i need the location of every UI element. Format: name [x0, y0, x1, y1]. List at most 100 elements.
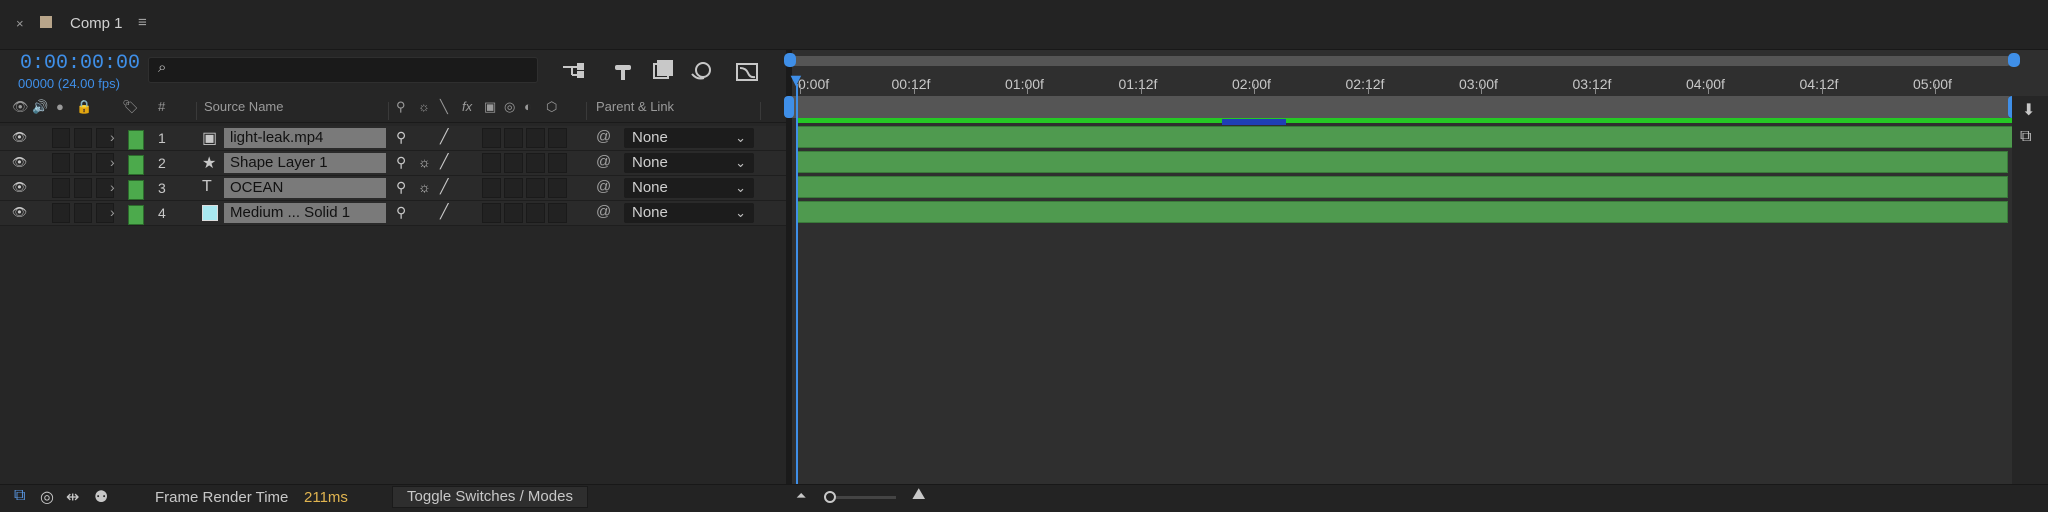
audio-switch[interactable]: [52, 203, 70, 223]
audio-switch[interactable]: [52, 153, 70, 173]
layer-number: 1: [158, 130, 166, 146]
ruler-tick-mark: [1140, 84, 1142, 94]
frame-blend-switch[interactable]: [482, 203, 501, 223]
solo-switch[interactable]: [74, 203, 92, 223]
collapse-switch-icon[interactable]: ☼: [418, 179, 431, 199]
work-area-bar[interactable]: [788, 96, 2012, 118]
composition-flowchart-icon[interactable]: [556, 56, 590, 86]
solo-switch[interactable]: [74, 128, 92, 148]
label-color-swatch[interactable]: [128, 155, 144, 175]
collapse-switch-icon[interactable]: ☼: [418, 154, 431, 174]
close-tab-icon[interactable]: ×: [16, 16, 24, 31]
layer-row[interactable]: 👁 › 3 T OCEAN ⚲ ☼ ╱ @ None ⌄: [0, 176, 786, 201]
shy-switch-icon[interactable]: ⚲: [396, 154, 406, 174]
layer-row[interactable]: 👁 › 1 ▣ light-leak.mp4 ⚲ ╱ @ None ⌄: [0, 126, 786, 151]
playhead-line[interactable]: [796, 84, 798, 484]
parent-dropdown[interactable]: None ⌄: [624, 178, 754, 198]
parent-dropdown[interactable]: None ⌄: [624, 153, 754, 173]
layer-duration-bar[interactable]: [796, 201, 2008, 223]
parent-dropdown[interactable]: None ⌄: [624, 203, 754, 223]
panel-menu-icon[interactable]: ≡: [138, 14, 147, 31]
layer-row[interactable]: 👁 › 4 Medium ... Solid 1 ⚲ ╱ @ None ⌄: [0, 201, 786, 226]
expand-chevron-icon[interactable]: ›: [110, 204, 115, 224]
layer-name[interactable]: light-leak.mp4: [224, 128, 386, 148]
adjustment-switch[interactable]: [526, 178, 545, 198]
audio-switch[interactable]: [52, 128, 70, 148]
tab-comp-title[interactable]: Comp 1: [70, 15, 123, 32]
motion-blur-switch[interactable]: [504, 178, 523, 198]
shy-switch-icon[interactable]: ⚲: [396, 179, 406, 199]
comp-button-icon[interactable]: ⧉: [2020, 128, 2031, 146]
layer-row[interactable]: 👁 › 2 ★ Shape Layer 1 ⚲ ☼ ╱ @ None ⌄: [0, 151, 786, 176]
zoom-in-icon[interactable]: ⛰: [912, 486, 925, 504]
layer-duration-bar[interactable]: [796, 176, 2008, 198]
video-visibility-eye-icon[interactable]: 👁: [12, 130, 27, 150]
quality-switch-icon[interactable]: ╱: [440, 178, 448, 198]
frame-blending-icon[interactable]: [646, 56, 680, 86]
label-color-swatch[interactable]: [128, 130, 144, 150]
quality-switch-icon[interactable]: ╱: [440, 153, 448, 173]
time-navigator[interactable]: [788, 56, 2012, 66]
navigator-start-handle[interactable]: [784, 53, 796, 67]
pick-whip-icon[interactable]: @: [596, 203, 611, 223]
adjustment-switch[interactable]: [526, 153, 545, 173]
label-color-swatch[interactable]: [128, 205, 144, 225]
in-out-toggle-icon[interactable]: ⇹: [66, 487, 79, 507]
comp-marker-bin-icon[interactable]: ⬇: [2022, 100, 2035, 120]
expand-chevron-icon[interactable]: ›: [110, 154, 115, 174]
navigator-end-handle[interactable]: [2008, 53, 2020, 67]
video-visibility-eye-icon[interactable]: 👁: [12, 205, 27, 225]
pick-whip-icon[interactable]: @: [596, 128, 611, 148]
label-color-swatch[interactable]: [128, 180, 144, 200]
panel-tab-bar: [0, 0, 2048, 50]
ruler-tick-mark: [1027, 84, 1028, 94]
adjustment-switch[interactable]: [526, 128, 545, 148]
pick-whip-icon[interactable]: @: [596, 153, 611, 173]
parent-dropdown[interactable]: None ⌄: [624, 128, 754, 148]
zoom-slider-knob[interactable]: [824, 491, 836, 503]
motion-blur-switch[interactable]: [504, 153, 523, 173]
frame-blend-switch[interactable]: [482, 128, 501, 148]
frame-blend-switch[interactable]: [482, 153, 501, 173]
transfer-controls-toggle-icon[interactable]: ◎: [40, 487, 54, 507]
layer-name[interactable]: Shape Layer 1: [224, 153, 386, 173]
layer-duration-bar[interactable]: [796, 151, 2008, 173]
frame-blend-switch[interactable]: [482, 178, 501, 198]
search-input[interactable]: [148, 57, 538, 83]
solo-switch[interactable]: [74, 153, 92, 173]
quality-switch-icon[interactable]: ╱: [440, 128, 448, 148]
3d-layer-switch[interactable]: [548, 153, 567, 173]
3d-layer-switch[interactable]: [548, 178, 567, 198]
expand-chevron-icon[interactable]: ›: [110, 129, 115, 149]
motion-blur-switch[interactable]: [504, 128, 523, 148]
layer-switches-toggle-icon[interactable]: ⧉: [14, 487, 25, 505]
shy-switch-icon[interactable]: ⚲: [396, 204, 406, 224]
solo-switch[interactable]: [74, 178, 92, 198]
zoom-slider[interactable]: [826, 496, 896, 499]
motion-blur-icon[interactable]: [684, 56, 718, 86]
audio-switch[interactable]: [52, 178, 70, 198]
current-time-display[interactable]: 0:00:00:00: [20, 52, 140, 75]
disk-cache-indicator: [1222, 119, 1286, 125]
layer-duration-bar[interactable]: [796, 126, 2018, 148]
quality-switch-icon[interactable]: ╱: [440, 203, 448, 223]
render-time-toggle-icon[interactable]: ⚉: [94, 487, 108, 507]
zoom-out-icon[interactable]: ⏶: [796, 488, 806, 504]
3d-layer-switch[interactable]: [548, 203, 567, 223]
header-divider: [0, 122, 786, 123]
shy-layers-icon[interactable]: [606, 56, 640, 86]
expand-chevron-icon[interactable]: ›: [110, 179, 115, 199]
adjustment-switch[interactable]: [526, 203, 545, 223]
toggle-switches-modes-button[interactable]: Toggle Switches / Modes: [392, 486, 588, 508]
3d-layer-switch[interactable]: [548, 128, 567, 148]
motion-blur-switch[interactable]: [504, 203, 523, 223]
video-visibility-eye-icon[interactable]: 👁: [12, 180, 27, 200]
work-area-start-handle[interactable]: [784, 96, 794, 118]
graph-editor-icon[interactable]: [730, 56, 764, 86]
playhead-handle[interactable]: ▼: [787, 70, 807, 90]
shy-switch-icon[interactable]: ⚲: [396, 129, 406, 149]
layer-name[interactable]: OCEAN: [224, 178, 386, 198]
layer-name[interactable]: Medium ... Solid 1: [224, 203, 386, 223]
video-visibility-eye-icon[interactable]: 👁: [12, 155, 27, 175]
pick-whip-icon[interactable]: @: [596, 178, 611, 198]
